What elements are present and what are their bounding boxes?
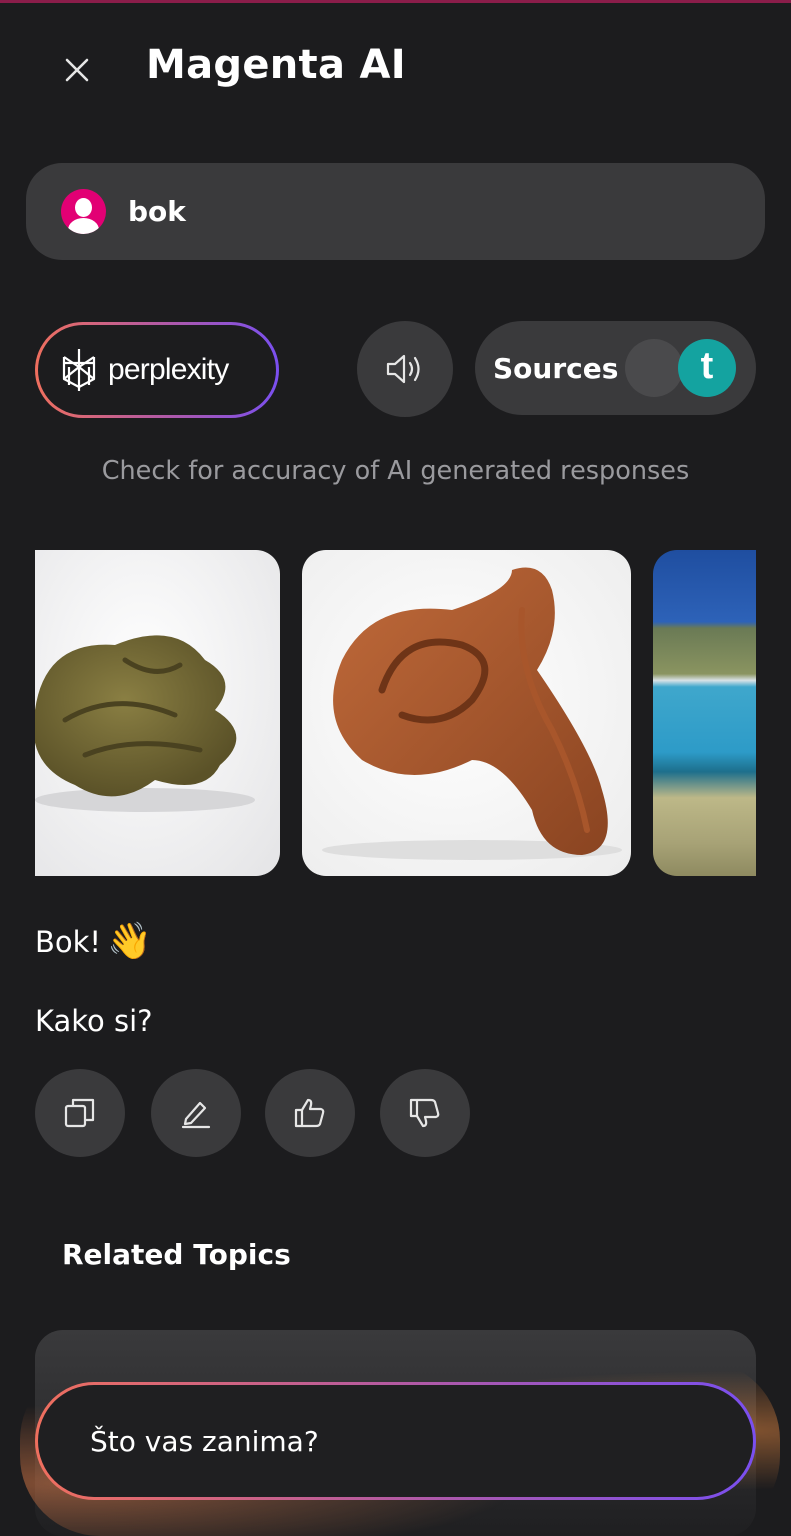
thumbs-up-icon [294, 1098, 325, 1128]
image-result-3[interactable] [653, 550, 756, 876]
waving-hand-emoji: 👋 [107, 921, 152, 962]
copy-button[interactable] [35, 1069, 125, 1157]
image-carousel[interactable] [35, 550, 756, 876]
pencil-icon [181, 1101, 211, 1129]
image-result-1[interactable] [35, 550, 280, 876]
copy-icon [64, 1098, 95, 1128]
toggle-track-slot [625, 339, 683, 397]
thumbs-down-icon [409, 1098, 440, 1128]
t-logo-icon: t [678, 339, 736, 397]
read-aloud-button[interactable] [357, 321, 453, 417]
related-topics-heading: Related Topics [62, 1238, 291, 1271]
accuracy-disclaimer: Check for accuracy of AI generated respo… [101, 456, 690, 486]
thumbs-down-button[interactable] [380, 1069, 470, 1157]
close-icon [65, 58, 89, 82]
perplexity-label: perplexity [108, 353, 229, 386]
speaker-icon [386, 354, 420, 384]
sources-control: Sources t [475, 321, 756, 415]
top-accent-line [0, 0, 791, 3]
page-title: Magenta AI [146, 42, 406, 88]
question-input[interactable]: Što vas zanima? [35, 1382, 756, 1500]
perplexity-button[interactable]: perplexity [35, 322, 279, 418]
sources-toggle[interactable]: t [623, 337, 739, 399]
question-input-placeholder: Što vas zanima? [90, 1424, 319, 1458]
thumbs-up-button[interactable] [265, 1069, 355, 1157]
sources-label: Sources [493, 351, 619, 385]
user-query-bubble: bok [26, 163, 765, 260]
image-result-2[interactable] [302, 550, 631, 876]
perplexity-logo-icon [62, 349, 96, 391]
answer-question: Kako si? [35, 1004, 153, 1038]
user-query-text: bok [128, 195, 186, 228]
user-avatar-icon [61, 189, 106, 234]
edit-button[interactable] [151, 1069, 241, 1157]
close-button[interactable] [55, 48, 99, 92]
answer-greeting: Bok! 👋 [35, 924, 152, 960]
answer-greeting-text: Bok! [35, 925, 102, 959]
